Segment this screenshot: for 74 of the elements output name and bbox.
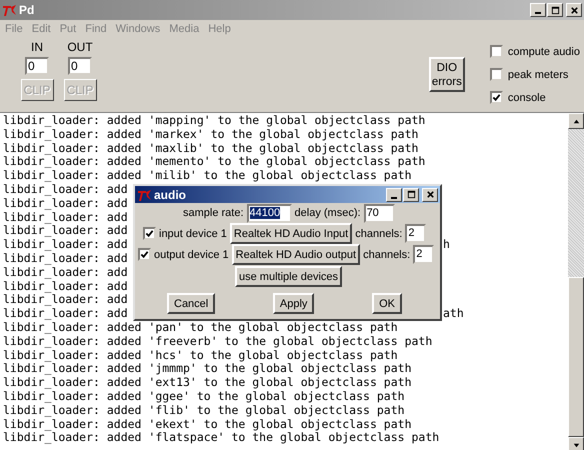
sample-rate-label: sample rate:: [183, 207, 244, 219]
maximize-icon: [550, 6, 560, 14]
maximize-icon: [406, 190, 416, 199]
console-line: libdir_loader: add: [3, 307, 128, 321]
multiple-devices-button[interactable]: use multiple devices: [235, 266, 342, 287]
console-line: libdir_loader: add: [3, 293, 128, 308]
close-button[interactable]: [566, 3, 582, 17]
console-line: libdir_loader: added 'pan' to the global objectclass path: [3, 320, 398, 334]
checkbox[interactable]: [490, 45, 503, 58]
console-line: libdir_loader: add: [3, 238, 128, 252]
number-field[interactable]: 0: [25, 57, 49, 75]
console-line: libdir_loader: added 'ext13' to the global objectclass path: [3, 375, 412, 390]
number-field[interactable]: 0: [68, 57, 92, 75]
console-line: libdir_loader: add: [3, 266, 128, 280]
checkbox[interactable]: [490, 91, 503, 104]
checkbox-label: console: [508, 92, 546, 104]
console-line: libdir_loader: added 'flatspace' to the global objectclass path: [3, 430, 440, 444]
console-line: libdir_loader: added 'memento' to the global objectclass path: [3, 154, 426, 168]
delay-field[interactable]: 70: [364, 204, 395, 222]
minimize-button[interactable]: [386, 188, 402, 202]
close-button[interactable]: [422, 188, 438, 202]
console-line: libdir_loader: add: [3, 252, 128, 266]
channels-label: channels:: [355, 228, 402, 240]
minimize-button[interactable]: [530, 3, 546, 17]
scroll-up-icon[interactable]: [568, 113, 584, 129]
maximize-button[interactable]: [403, 188, 419, 202]
channels-field[interactable]: 2: [405, 224, 426, 243]
minimize-icon: [391, 196, 397, 198]
sample-rate-field[interactable]: 44100: [246, 204, 292, 222]
scrollbar[interactable]: [568, 113, 584, 450]
console-line: libdir_loader: add: [3, 280, 128, 294]
console-line: libdir_loader: added 'markex' to the global objectclass path: [3, 126, 418, 141]
io-label: OUT: [67, 39, 93, 56]
checkbox[interactable]: [490, 68, 503, 81]
dialog-title: audio: [154, 188, 186, 202]
device-button[interactable]: Realtek HD Audio output: [232, 244, 360, 265]
close-icon: [570, 6, 578, 14]
console-line: libdir_loader: added 'hcs' to the global objectclass path: [3, 348, 398, 362]
checkbox-label: compute audio: [508, 46, 580, 58]
console-line: libdir_loader: added 'ekext' to the global objectclass path: [3, 416, 412, 431]
console-line: libdir_loader: add: [3, 224, 128, 238]
checkbox[interactable]: [138, 248, 151, 261]
scroll-down-icon[interactable]: [568, 437, 584, 450]
console-line: h: [443, 238, 450, 252]
checkbox-label: peak meters: [508, 68, 568, 80]
device-label: output device 1: [154, 248, 229, 260]
console-line: libdir_loader: added 'flib' to the global objectclass path: [3, 402, 405, 417]
dialog-button[interactable]: Apply: [272, 293, 314, 314]
feather-logo-icon: [137, 188, 153, 200]
console-line: libdir_loader: add: [3, 182, 128, 197]
console-line: libdir_loader: add: [3, 196, 128, 211]
device-label: input device 1: [159, 228, 227, 240]
channels-field[interactable]: 2: [413, 245, 434, 264]
dialog-button[interactable]: Cancel: [167, 293, 216, 314]
close-icon: [426, 190, 434, 199]
dialog-button[interactable]: OK: [372, 293, 402, 314]
dio-errors-button[interactable]: DIO errors: [428, 57, 465, 92]
delay-label: delay (msec):: [294, 207, 361, 219]
console-line: ath: [443, 307, 464, 321]
console-line: libdir_loader: added 'ggee' to the global objectclass path: [3, 388, 405, 403]
console-line: libdir_loader: added 'jmmmp' to the global objectclass path: [3, 361, 412, 376]
feather-logo-icon: [2, 4, 18, 16]
io-label: IN: [31, 39, 43, 56]
checkbox[interactable]: [143, 227, 156, 240]
window-title: Pd: [19, 3, 34, 17]
console-line: libdir_loader: added 'freeverb' to the global objectclass path: [3, 334, 432, 348]
console-line: libdir_loader: added 'milib' to the global objectclass path: [3, 168, 412, 182]
minimize-icon: [535, 12, 541, 14]
console-line: libdir_loader: added 'mapping' to the global objectclass path: [3, 113, 426, 127]
maximize-button[interactable]: [547, 3, 563, 17]
console-line: libdir_loader: add: [3, 210, 128, 224]
device-button[interactable]: Realtek HD Audio Input: [230, 223, 352, 244]
channels-label: channels:: [363, 248, 410, 260]
console-line: libdir_loader: added 'maxlib' to the global objectclass path: [3, 140, 418, 155]
